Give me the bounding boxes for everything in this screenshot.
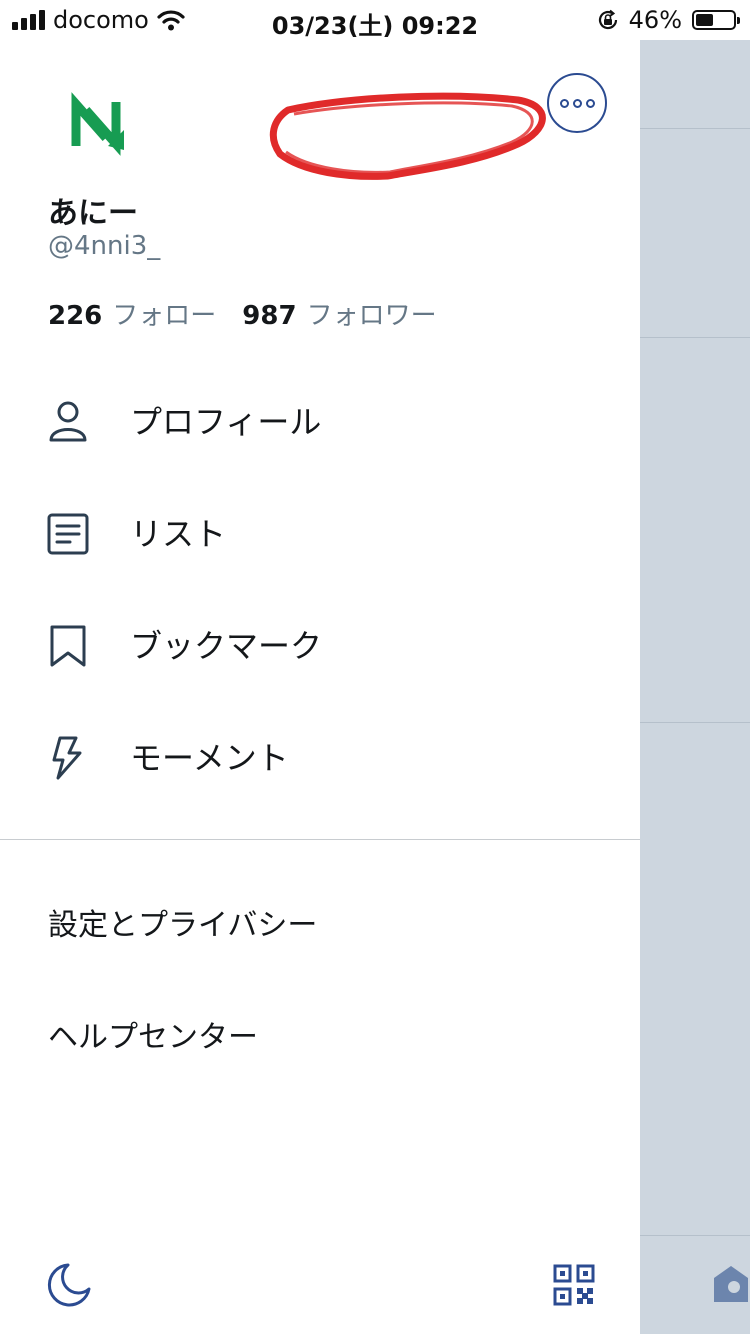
user-handle: @4nni3_: [48, 231, 161, 261]
timeline-divider: [640, 128, 750, 129]
battery-icon: [692, 10, 740, 30]
avatar[interactable]: [64, 92, 128, 156]
followers-count[interactable]: 987: [242, 301, 296, 331]
background-timeline-panel[interactable]: [640, 40, 750, 1334]
battery-level: [696, 14, 713, 26]
menu-item-bookmarks[interactable]: ブックマーク: [0, 596, 640, 696]
battery-percent: 46%: [628, 6, 682, 34]
following-label[interactable]: フォロー: [112, 295, 216, 332]
follow-stats: 226 フォロー 987 フォロワー: [48, 295, 463, 332]
more-dot: [585, 98, 595, 108]
more-dot: [572, 98, 582, 108]
person-icon: [49, 401, 87, 442]
menu-label-lists: リスト: [130, 515, 227, 553]
timeline-divider: [640, 1235, 750, 1236]
redaction-scribble: [269, 92, 546, 180]
rotation-lock-icon: [598, 9, 617, 30]
moon-icon[interactable]: [46, 1262, 92, 1308]
timeline-divider: [640, 722, 750, 723]
menu-item-profile[interactable]: プロフィール: [0, 372, 640, 472]
status-bar: docomo 03/23(土) 09:22 46%: [0, 0, 750, 40]
menu-label-moments: モーメント: [130, 739, 289, 777]
display-name[interactable]: あにー: [48, 188, 138, 232]
timeline-divider: [640, 337, 750, 338]
navigation-drawer: あにー @4nni3_ 226 フォロー 987 フォロワー プロフィール リス…: [0, 40, 640, 1334]
status-right: 46%: [597, 6, 740, 34]
menu-divider: [0, 839, 640, 840]
more-dot: [559, 98, 569, 108]
menu-item-moments[interactable]: モーメント: [0, 708, 640, 808]
followers-label[interactable]: フォロワー: [307, 295, 437, 332]
menu-label-bookmarks: ブックマーク: [130, 627, 323, 665]
qr-code-icon[interactable]: [553, 1264, 595, 1306]
settings-privacy-link[interactable]: 設定とプライバシー: [48, 900, 317, 944]
following-count[interactable]: 226: [48, 301, 102, 331]
menu-item-lists[interactable]: リスト: [0, 484, 640, 584]
list-icon: [47, 513, 89, 555]
lightning-icon: [52, 736, 82, 780]
menu-label-profile: プロフィール: [130, 403, 322, 441]
home-tab-icon[interactable]: [712, 1262, 750, 1306]
more-accounts-button[interactable]: [547, 73, 607, 133]
help-center-link[interactable]: ヘルプセンター: [48, 1012, 258, 1056]
bookmark-icon: [50, 625, 86, 667]
